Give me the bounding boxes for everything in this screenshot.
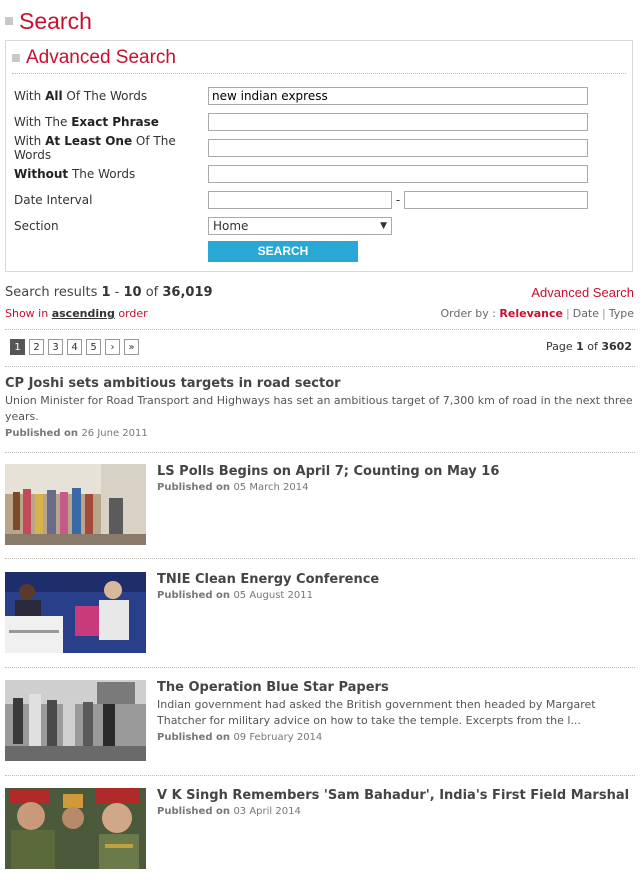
field-row-date-interval: Date Interval -	[14, 190, 626, 210]
thumbnail-image-icon	[5, 572, 146, 653]
result-title[interactable]: LS Polls Begins on April 7; Counting on …	[157, 464, 633, 479]
result-published: Published on 05 August 2011	[157, 590, 313, 601]
section-select-value: Home	[213, 219, 249, 233]
bullet-square-icon	[12, 54, 20, 62]
result-title[interactable]: The Operation Blue Star Papers	[157, 680, 633, 695]
thumbnail-image-icon	[5, 680, 146, 761]
page-header: Search	[5, 6, 92, 36]
field-row-all-words: With All Of The Words	[14, 86, 626, 106]
result-published: Published on 09 February 2014	[157, 732, 323, 743]
all-words-input[interactable]	[208, 87, 588, 105]
field-row-at-least-one: With At Least One Of The Words	[14, 134, 626, 162]
divider	[5, 667, 635, 668]
advanced-search-link[interactable]: Advanced Search	[531, 285, 634, 300]
at-least-one-input[interactable]	[208, 139, 588, 157]
page-link[interactable]: 5	[86, 339, 101, 355]
result-item: CP Joshi sets ambitious targets in road …	[5, 376, 635, 439]
result-item: LS Polls Begins on April 7; Counting on …	[157, 464, 633, 493]
at-least-one-label: With At Least One Of The Words	[14, 134, 176, 162]
date-to-input[interactable]	[404, 191, 588, 209]
dropdown-arrow-icon: ▼	[380, 221, 387, 231]
result-item: TNIE Clean Energy Conference Published o…	[157, 572, 633, 601]
result-title[interactable]: V K Singh Remembers 'Sam Bahadur', India…	[157, 788, 633, 803]
result-thumbnail[interactable]	[5, 572, 146, 653]
page-link[interactable]: 3	[48, 339, 63, 355]
page-link[interactable]: 1	[10, 339, 25, 355]
section-select[interactable]: Home ▼	[208, 217, 392, 235]
all-words-label: With All Of The Words	[14, 89, 148, 103]
search-button[interactable]: SEARCH	[208, 241, 358, 262]
divider	[5, 775, 635, 776]
divider	[5, 452, 635, 453]
order-by: Order by : Relevance | Date | Type	[440, 307, 634, 320]
page-title: Search	[19, 7, 92, 34]
section-label: Section	[14, 219, 59, 233]
thumbnail-image-icon	[5, 788, 146, 869]
field-row-without: Without The Words	[14, 164, 626, 184]
next-page-icon[interactable]: ›	[105, 339, 120, 355]
last-page-icon[interactable]: »	[124, 339, 139, 355]
page-link[interactable]: 4	[67, 339, 82, 355]
page-info: Page 1 of 3602	[545, 340, 632, 353]
result-published: Published on 26 June 2011	[5, 428, 148, 439]
field-row-section: Section Home ▼	[14, 216, 626, 236]
order-relevance-link[interactable]: Relevance	[499, 307, 563, 320]
divider	[5, 329, 635, 330]
advanced-search-title: Advanced Search	[26, 47, 176, 68]
result-description: Union Minister for Road Transport and Hi…	[5, 394, 633, 423]
thumbnail-image-icon	[5, 464, 146, 545]
pagination: 1 2 3 4 5 › »	[10, 339, 139, 355]
order-date-link[interactable]: Date	[573, 307, 599, 320]
without-words-input[interactable]	[208, 165, 588, 183]
ascending-order-link[interactable]: ascending	[52, 307, 115, 320]
result-title[interactable]: TNIE Clean Energy Conference	[157, 572, 633, 587]
divider	[5, 558, 635, 559]
result-item: The Operation Blue Star Papers Indian go…	[157, 680, 633, 743]
result-thumbnail[interactable]	[5, 680, 146, 761]
date-separator: -	[395, 193, 401, 207]
result-published: Published on 05 March 2014	[157, 482, 309, 493]
result-thumbnail[interactable]	[5, 788, 146, 869]
page-link[interactable]: 2	[29, 339, 44, 355]
result-thumbnail[interactable]	[5, 464, 146, 545]
order-type-link[interactable]: Type	[609, 307, 634, 320]
date-from-input[interactable]	[208, 191, 392, 209]
result-item: V K Singh Remembers 'Sam Bahadur', India…	[157, 788, 633, 817]
field-row-exact-phrase: With The Exact Phrase	[14, 112, 626, 132]
bullet-square-icon	[5, 17, 13, 25]
result-description: Indian government had asked the British …	[157, 698, 596, 727]
result-title[interactable]: CP Joshi sets ambitious targets in road …	[5, 376, 635, 391]
without-label: Without The Words	[14, 167, 136, 181]
advanced-search-panel: Advanced Search With All Of The Words Wi…	[5, 40, 633, 272]
result-published: Published on 03 April 2014	[157, 806, 301, 817]
date-interval-label: Date Interval	[14, 193, 93, 207]
sort-direction-line: Show in ascending order	[5, 307, 148, 320]
divider	[12, 73, 626, 74]
exact-phrase-input[interactable]	[208, 113, 588, 131]
results-summary: Search results 1 - 10 of 36,019	[5, 285, 213, 300]
exact-phrase-label: With The Exact Phrase	[14, 115, 159, 129]
advanced-search-header: Advanced Search	[12, 45, 176, 71]
divider	[5, 366, 635, 367]
